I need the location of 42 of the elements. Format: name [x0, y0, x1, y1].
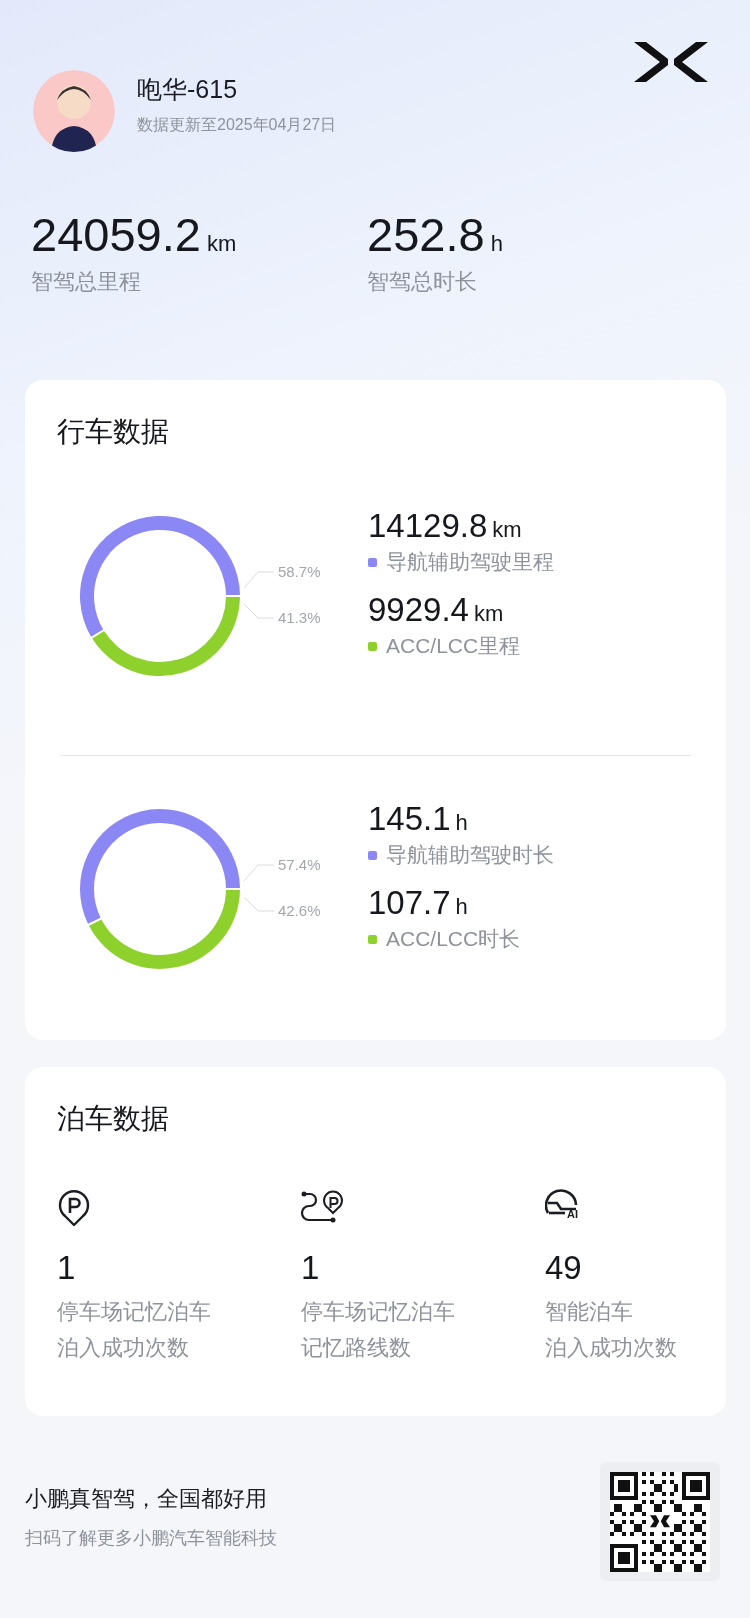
percent-label: 57.4%	[278, 856, 321, 873]
logo-icon	[634, 40, 708, 84]
parking-pin-icon	[57, 1189, 91, 1227]
user-name: 咆华-615	[137, 74, 239, 105]
parking-label: 停车场记忆泊车 记忆路线数	[301, 1298, 456, 1362]
leader-line	[243, 571, 275, 589]
unit-label: h	[455, 893, 468, 921]
total-value: 24059.2	[31, 208, 201, 262]
card-title: 泊车数据	[57, 1102, 169, 1136]
card-title: 行车数据	[57, 415, 169, 449]
percent-label: 58.7%	[278, 563, 321, 580]
legend-label: ACC/LCC里程	[386, 633, 521, 659]
metric-value: 14129.8	[368, 506, 488, 546]
legend-label: 导航辅助驾驶时长	[386, 842, 554, 868]
parking-count: 1	[301, 1248, 321, 1288]
unit-label: h	[490, 230, 503, 258]
unit-label: km	[206, 230, 237, 258]
total-label: 智驾总里程	[31, 268, 142, 296]
slogan-text: 小鹏真智驾，全国都好用	[25, 1485, 268, 1513]
percent-label: 42.6%	[278, 902, 321, 919]
metric-value: 9929.4	[368, 590, 469, 630]
leader-line	[243, 896, 275, 912]
legend-label: 导航辅助驾驶里程	[386, 549, 554, 575]
total-value: 252.8	[367, 208, 485, 262]
legend-label: ACC/LCC时长	[386, 926, 521, 952]
leader-line	[243, 603, 275, 619]
percent-label: 41.3%	[278, 609, 321, 626]
parking-count: 1	[57, 1248, 77, 1288]
parking-label: 停车场记忆泊车 泊入成功次数	[57, 1298, 212, 1362]
unit-label: h	[455, 809, 468, 837]
metric-value: 107.7	[368, 883, 451, 923]
parking-count: 49	[545, 1248, 583, 1288]
leader-line	[243, 864, 275, 882]
unit-label: km	[473, 600, 504, 628]
unit-label: km	[492, 516, 522, 544]
parking-label: 智能泊车 泊入成功次数	[545, 1298, 677, 1362]
total-label: 智驾总时长	[367, 268, 478, 296]
metric-value: 145.1	[368, 799, 451, 839]
update-date: 数据更新至2025年04月27日	[137, 115, 337, 135]
footer-hint: 扫码了解更多小鹏汽车智能科技	[25, 1527, 277, 1550]
parking-route-icon	[301, 1189, 345, 1225]
ai-label: AI	[567, 1207, 578, 1221]
